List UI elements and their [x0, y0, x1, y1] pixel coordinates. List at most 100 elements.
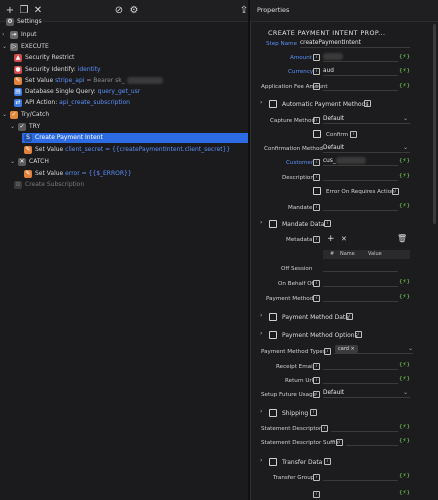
info-icon[interactable]: i [313, 474, 320, 481]
tree-item-set-value[interactable]: ✎ Set Value stripe_api = Bearer sk_ [14, 76, 163, 86]
tree-item-set-value-client-secret[interactable]: ✎ Set Value client_secret = {{createPayme… [24, 145, 230, 155]
chevron-right-icon[interactable]: › [260, 330, 262, 337]
chevron-down-icon[interactable]: ⌄ [10, 157, 16, 167]
info-icon[interactable]: i [313, 68, 320, 75]
off-session-input[interactable] [323, 263, 398, 272]
no-entry-icon[interactable]: ⊘ [113, 5, 125, 17]
info-icon[interactable]: i [313, 54, 320, 61]
info-icon[interactable]: i [313, 491, 320, 498]
gear-icon[interactable]: ⚙ [128, 5, 140, 17]
chevron-right-icon[interactable]: › [260, 219, 262, 226]
chevron-down-icon[interactable]: ⌄ [10, 122, 16, 132]
info-icon[interactable]: i [313, 174, 320, 181]
setup-future-usage-select[interactable]: Default ⌄ [323, 389, 410, 398]
confirmation-method-select[interactable]: Default ⌄ [323, 144, 410, 153]
tree-item-api-action[interactable]: ⇄ API Action: api_create_subscription [14, 98, 130, 108]
tree-item-try-catch[interactable]: ⌄ ✓ Try/Catch [2, 110, 49, 120]
info-icon[interactable]: i [313, 295, 320, 302]
properties-tab[interactable]: Properties [257, 6, 289, 14]
tree-item-security-restrict[interactable]: ▲ Security Restrict [14, 53, 74, 63]
info-icon[interactable]: i [313, 83, 320, 90]
copy-icon[interactable]: ❐ [18, 5, 30, 17]
dynamic-data-icon[interactable]: {⚡} [399, 293, 410, 302]
plus-icon[interactable]: + [4, 5, 16, 17]
properties-scrollbar[interactable] [433, 24, 436, 224]
info-icon[interactable]: i [310, 409, 317, 416]
payment-method-type-chip[interactable]: card × [335, 345, 358, 353]
info-icon[interactable]: i [324, 458, 331, 465]
info-icon[interactable]: i [313, 159, 320, 166]
tree-item-db-query[interactable]: ▤ Database Single Query: query_get_usr [14, 87, 140, 97]
info-icon[interactable]: i [313, 391, 320, 398]
transfer-group-input[interactable] [323, 472, 398, 481]
add-row-icon[interactable]: + [327, 234, 335, 244]
info-icon[interactable]: i [313, 204, 320, 211]
tree-item-execute[interactable]: ⌄ ▷ EXECUTE [2, 42, 49, 52]
shipping-checkbox[interactable] [269, 409, 277, 417]
mandate-input[interactable] [323, 202, 398, 211]
chevron-right-icon[interactable]: › [260, 312, 262, 319]
payment-method-data-checkbox[interactable] [269, 313, 277, 321]
dynamic-data-icon[interactable]: {⚡} [399, 172, 410, 181]
error-on-requires-action-checkbox[interactable] [313, 187, 321, 195]
info-icon[interactable]: i [313, 363, 320, 370]
currency-input[interactable]: aud [323, 67, 398, 76]
dynamic-data-icon[interactable]: {⚡} [399, 278, 410, 287]
mandate-data-checkbox[interactable] [269, 220, 277, 228]
close-icon[interactable]: ✕ [32, 5, 44, 17]
info-icon[interactable]: i [313, 117, 320, 124]
chevron-down-icon[interactable]: ⌄ [2, 110, 8, 120]
step-name-input[interactable]: createPaymentIntent [300, 39, 410, 48]
on-behalf-of-input[interactable] [323, 278, 398, 287]
transfer-data-checkbox[interactable] [269, 458, 277, 466]
info-icon[interactable]: i [364, 100, 371, 107]
dynamic-data-icon[interactable]: {⚡} [399, 437, 410, 446]
tree-item-set-value-error[interactable]: ✎ Set Value error = {{$_ERROR}} [24, 169, 132, 179]
dynamic-data-icon[interactable]: {⚡} [399, 375, 410, 384]
chevron-right-icon[interactable]: › [260, 99, 262, 106]
chevron-down-icon[interactable]: ⌄ [2, 42, 8, 52]
tree-item-input[interactable]: › ⇥ Input [2, 30, 37, 40]
info-icon[interactable]: i [321, 425, 328, 432]
return-url-input[interactable] [323, 375, 398, 384]
dynamic-data-icon[interactable]: {⚡} [399, 489, 410, 498]
info-icon[interactable]: i [355, 331, 362, 338]
chevron-right-icon[interactable]: › [260, 457, 262, 464]
info-icon[interactable]: i [336, 439, 343, 446]
dynamic-data-icon[interactable]: {⚡} [399, 82, 410, 91]
tree-item-catch[interactable]: ⌄ ✕ CATCH [10, 157, 49, 167]
confirm-checkbox[interactable] [313, 130, 321, 138]
customer-input[interactable]: cus_ [323, 157, 398, 166]
dynamic-data-icon[interactable]: {⚡} [399, 67, 410, 76]
info-icon[interactable]: i [313, 236, 320, 243]
info-icon[interactable]: i [324, 220, 331, 227]
remove-row-icon[interactable]: ✕ [341, 235, 347, 243]
tree-item-settings[interactable]: ⚙ Settings [6, 17, 42, 27]
amount-input[interactable] [323, 53, 398, 62]
info-icon[interactable]: i [346, 313, 353, 320]
dynamic-data-icon[interactable]: {⚡} [399, 202, 410, 211]
dynamic-data-icon[interactable]: {⚡} [399, 423, 410, 432]
tree-item-try[interactable]: ⌄ ✓ TRY [10, 122, 40, 132]
payment-method-input[interactable] [323, 293, 398, 302]
statement-descriptor-input[interactable] [331, 423, 398, 432]
tree-item-create-payment-intent[interactable]: S Create Payment Intent [22, 133, 248, 143]
automatic-payment-methods-checkbox[interactable] [269, 100, 277, 108]
info-icon[interactable]: i [313, 280, 320, 287]
dynamic-data-icon[interactable]: {⚡} [399, 361, 410, 370]
info-icon[interactable]: i [350, 131, 357, 138]
chevron-right-icon[interactable]: › [2, 30, 8, 40]
description-input[interactable] [323, 172, 398, 181]
dynamic-data-icon[interactable]: {⚡} [399, 472, 410, 481]
receipt-email-input[interactable] [323, 361, 398, 370]
trash-icon[interactable]: 🗑 [397, 234, 407, 243]
application-fee-input[interactable] [323, 82, 398, 91]
info-icon[interactable]: i [324, 348, 331, 355]
info-icon[interactable]: i [392, 188, 399, 195]
tree-item-security-identify[interactable]: ● Security Identify: identity [14, 65, 101, 75]
statement-descriptor-suffix-input[interactable] [346, 437, 398, 446]
info-icon[interactable]: i [313, 377, 320, 384]
dynamic-data-icon[interactable]: {⚡} [399, 157, 410, 166]
capture-method-select[interactable]: Default ⌄ [323, 115, 410, 124]
chevron-right-icon[interactable]: › [260, 408, 262, 415]
